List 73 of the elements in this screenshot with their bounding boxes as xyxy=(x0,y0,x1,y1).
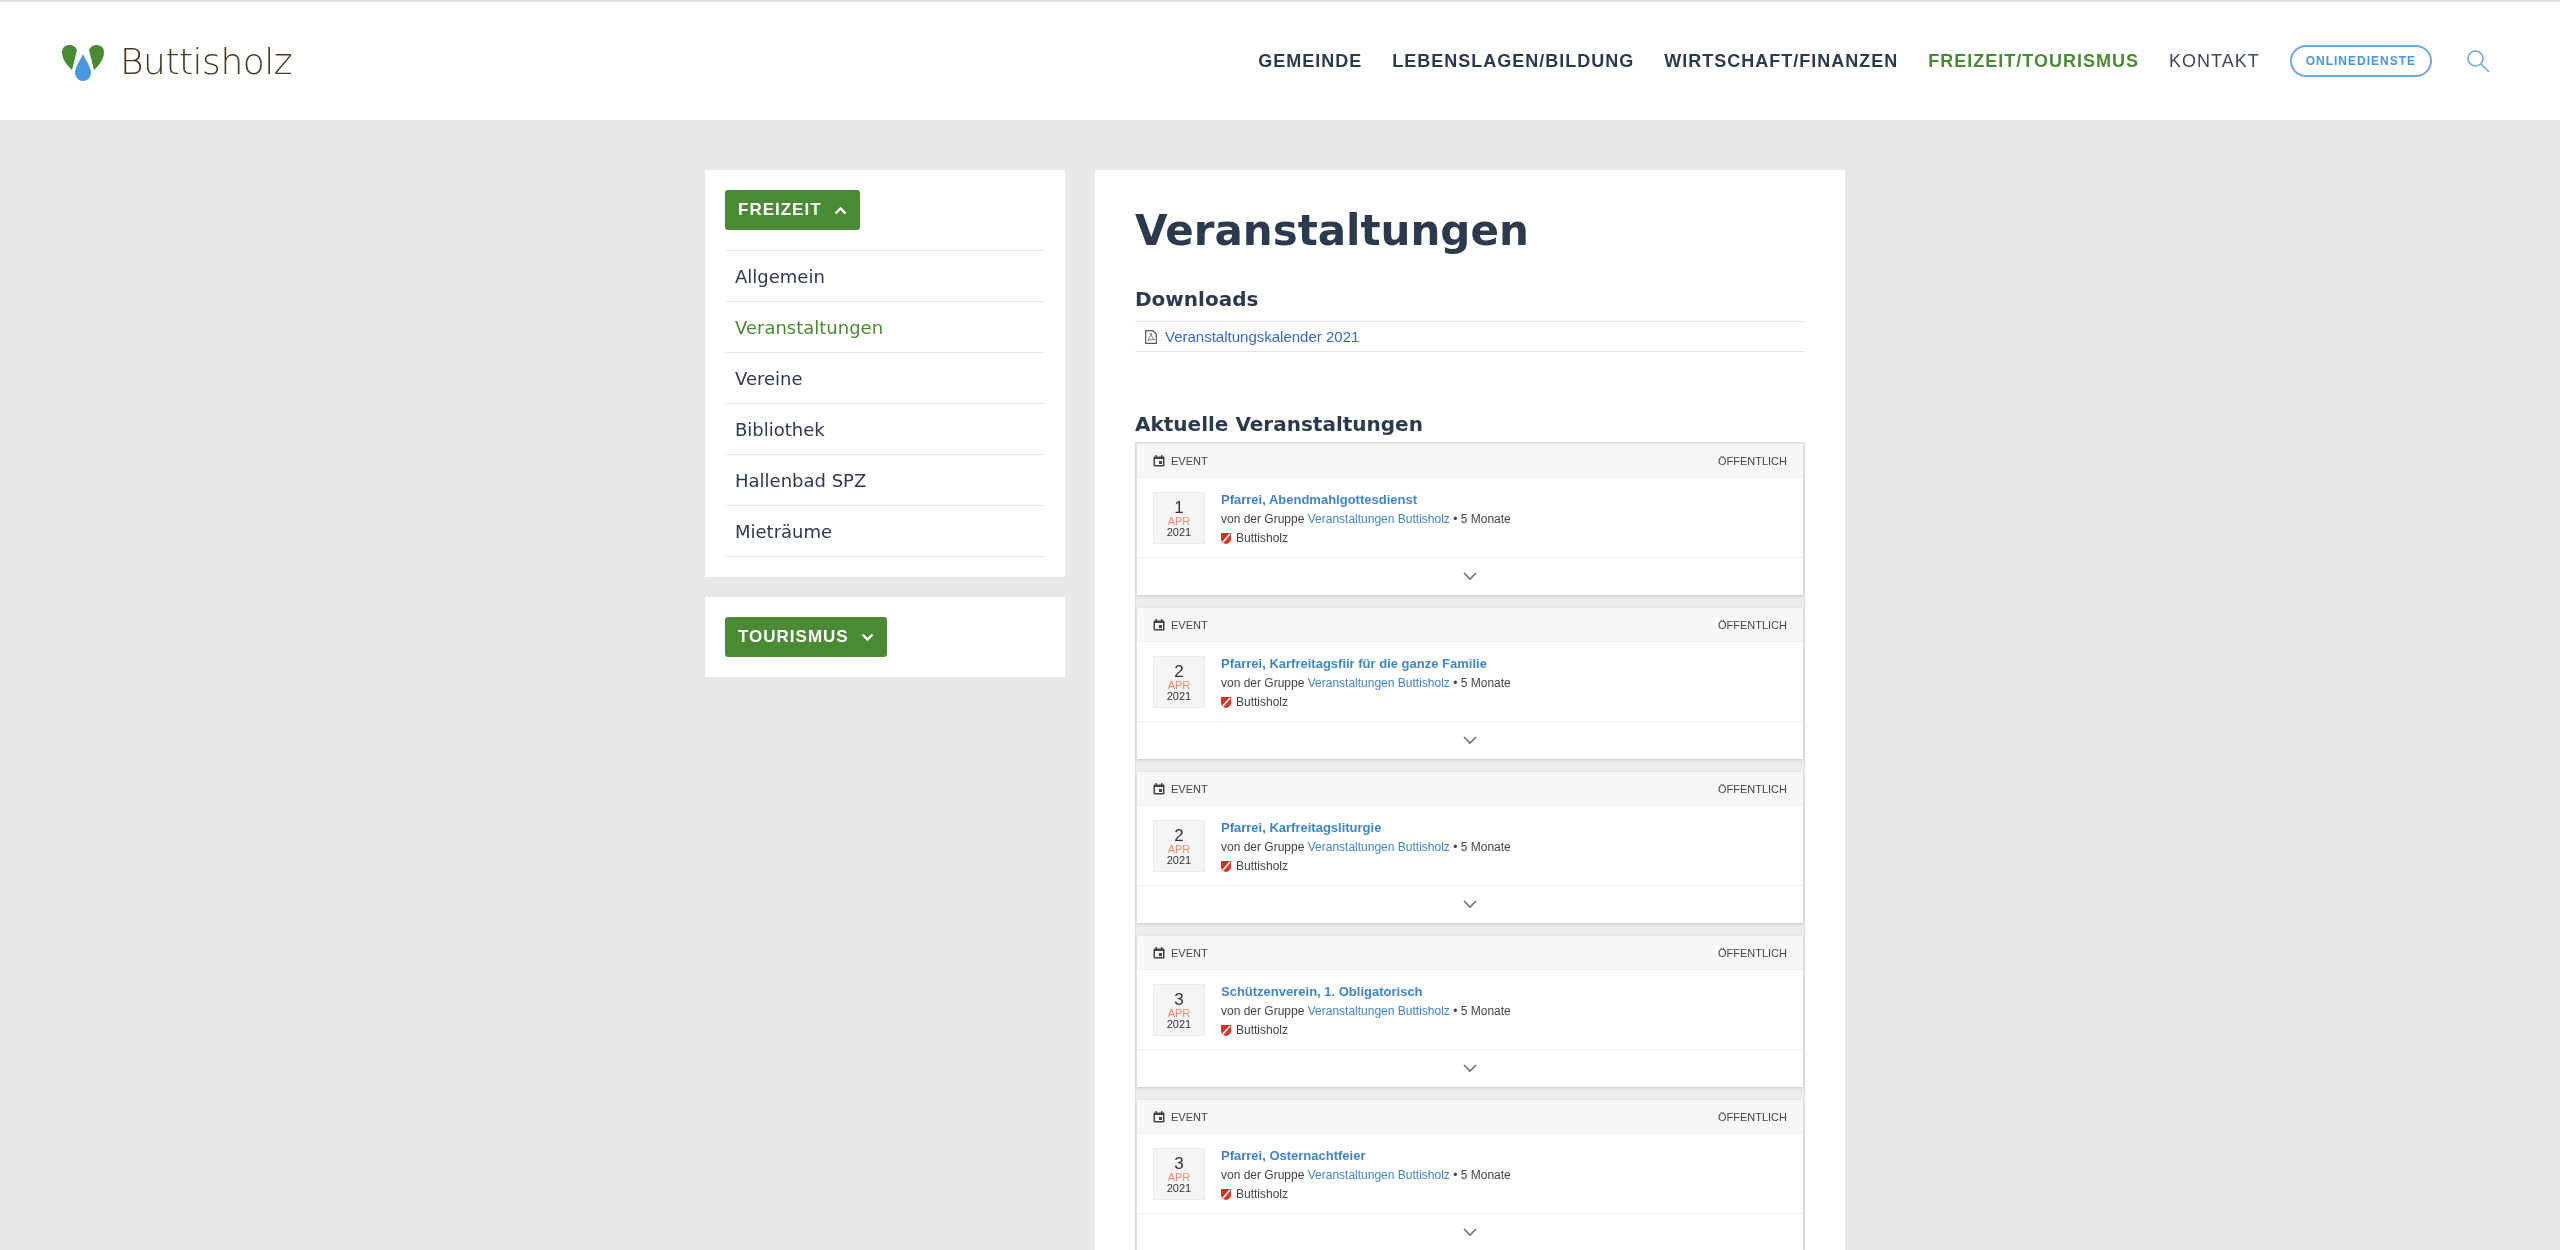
sidebar-link[interactable]: Mieträume xyxy=(735,520,833,542)
chevron-down-icon[interactable] xyxy=(1463,1064,1477,1073)
section-heading: Aktuelle Veranstaltungen xyxy=(1135,412,1424,436)
visibility-label: ÖFFENTLICH xyxy=(1717,782,1787,795)
event-meta: von der Gruppe Veranstaltungen Buttisholz • 5 Monate xyxy=(1221,512,1511,526)
page-title: Veranstaltungen xyxy=(1135,206,1530,255)
location-text: Buttisholz xyxy=(1236,531,1289,545)
location-text: Buttisholz xyxy=(1236,1187,1289,1201)
date-badge: 2 APR 2021 xyxy=(1153,820,1205,872)
event-title-link[interactable]: Pfarrei, Abendmahlgottesdienst xyxy=(1221,492,1511,507)
chevron-down-icon[interactable] xyxy=(1463,900,1477,909)
coat-of-arms-icon xyxy=(1221,696,1231,708)
chevron-down-icon[interactable] xyxy=(1463,1228,1477,1237)
coat-of-arms-icon xyxy=(1221,1024,1231,1036)
visibility-label: ÖFFENTLICH xyxy=(1717,454,1787,467)
nav-link[interactable]: FREIZEIT/TOURISMUS xyxy=(1928,50,2139,72)
nav-link[interactable]: GEMEINDE xyxy=(1258,50,1363,72)
event-meta: von der Gruppe Veranstaltungen Buttisholz • 5 Monate xyxy=(1221,1004,1511,1018)
sidebar-link[interactable]: Allgemein xyxy=(735,265,825,287)
location-text: Buttisholz xyxy=(1236,695,1289,709)
sidebar-link[interactable]: Vereine xyxy=(735,367,803,389)
event-meta: von der Gruppe Veranstaltungen Buttisholz • 5 Monate xyxy=(1221,676,1511,690)
group-link[interactable]: Veranstaltungen Buttisholz xyxy=(1307,676,1450,690)
calendar-icon xyxy=(1153,946,1165,959)
date-badge: 3 APR 2021 xyxy=(1153,984,1205,1036)
visibility-label: ÖFFENTLICH xyxy=(1717,1110,1787,1123)
event-meta: von der Gruppe Veranstaltungen Buttisholz • 5 Monate xyxy=(1221,1168,1511,1182)
sidebar-link[interactable]: Hallenbad SPZ xyxy=(735,469,867,491)
download-link[interactable]: Veranstaltungskalender 2021 xyxy=(1165,328,1360,345)
group-link[interactable]: Veranstaltungen Buttisholz xyxy=(1307,512,1450,526)
visibility-label: ÖFFENTLICH xyxy=(1717,618,1787,631)
coat-of-arms-icon xyxy=(1221,532,1231,544)
calendar-icon xyxy=(1153,618,1165,631)
event-type: EVENT xyxy=(1171,946,1208,959)
date-badge: 3 APR 2021 xyxy=(1153,1148,1205,1200)
group-link[interactable]: Veranstaltungen Buttisholz xyxy=(1307,1168,1450,1182)
group-link[interactable]: Veranstaltungen Buttisholz xyxy=(1307,1004,1450,1018)
section-heading: Downloads xyxy=(1135,287,1260,311)
calendar-icon xyxy=(1153,782,1165,795)
group-link[interactable]: Veranstaltungen Buttisholz xyxy=(1307,840,1450,854)
event-type: EVENT xyxy=(1171,1110,1208,1123)
event-title-link[interactable]: Pfarrei, Karfreitagsfiir für die ganze Familie xyxy=(1221,656,1511,671)
date-badge: 1 APR 2021 xyxy=(1153,492,1205,544)
pdf-file-icon xyxy=(1145,329,1157,344)
chevron-up-icon xyxy=(833,205,847,215)
logo-text[interactable]: Buttisholz xyxy=(120,40,293,82)
event-type: EVENT xyxy=(1171,782,1208,795)
sidebar-link[interactable]: Bibliothek xyxy=(735,418,825,440)
event-meta: von der Gruppe Veranstaltungen Buttisholz • 5 Monate xyxy=(1221,840,1511,854)
nav-link[interactable]: LEBENSLAGEN/BILDUNG xyxy=(1392,50,1635,72)
event-type: EVENT xyxy=(1171,618,1208,631)
chevron-down-icon[interactable] xyxy=(1463,572,1477,581)
chevron-down-icon xyxy=(860,632,874,642)
event-type: EVENT xyxy=(1171,454,1208,467)
calendar-icon xyxy=(1153,454,1165,467)
calendar-icon xyxy=(1153,1110,1165,1123)
sidebar-link[interactable]: Veranstaltungen xyxy=(735,316,884,338)
event-title-link[interactable]: Pfarrei, Karfreitagsliturgie xyxy=(1221,820,1511,835)
event-title-link[interactable]: Pfarrei, Osternachtfeier xyxy=(1221,1148,1511,1163)
visibility-label: ÖFFENTLICH xyxy=(1717,946,1787,959)
nav-link[interactable]: KONTAKT xyxy=(2169,50,2260,72)
coat-of-arms-icon xyxy=(1221,860,1231,872)
online-services-button[interactable]: ONLINEDIENSTE xyxy=(2289,45,2432,77)
date-badge: 2 APR 2021 xyxy=(1153,656,1205,708)
section-toggle-button[interactable]: TOURISMUS xyxy=(725,617,887,657)
coat-of-arms-icon xyxy=(1221,1188,1231,1200)
nav-link[interactable]: WIRTSCHAFT/FINANZEN xyxy=(1664,50,1899,72)
search-icon[interactable] xyxy=(2466,49,2490,73)
event-title-link[interactable]: Schützenverein, 1. Obligatorisch xyxy=(1221,984,1511,999)
location-text: Buttisholz xyxy=(1236,1023,1289,1037)
section-toggle-button[interactable]: FREIZEIT xyxy=(725,190,860,230)
chevron-down-icon[interactable] xyxy=(1463,736,1477,745)
location-text: Buttisholz xyxy=(1236,859,1289,873)
